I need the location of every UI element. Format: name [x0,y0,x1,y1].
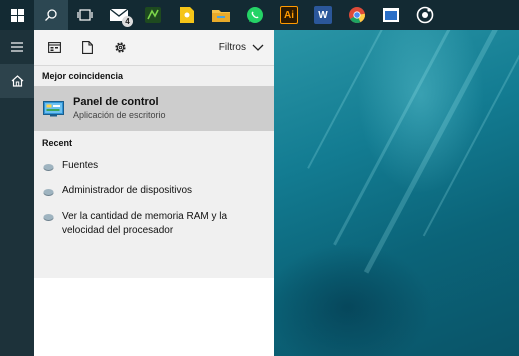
word-icon: W [314,6,332,24]
control-panel-item-icon [43,214,54,221]
light-ray [307,30,403,169]
whatsapp-icon [247,7,263,23]
recent-item-text: Ver la cantidad de memoria RAM y la velo… [62,210,227,238]
control-panel-item-icon [43,164,54,171]
groove-icon [416,6,434,24]
panel-toolbar: Filtros [34,30,274,66]
notification-badge: 4 [122,16,133,27]
taskbar-app-keep[interactable] [170,0,204,30]
recent-item-fuentes[interactable]: Fuentes [34,154,274,179]
taskbar-app-whatsapp[interactable] [238,0,272,30]
control-panel-icon [43,100,64,116]
apps-icon [47,42,61,53]
best-match-title: Panel de control [73,96,159,108]
window-app-icon [383,8,399,22]
taskbar-app-mail[interactable]: 4 [102,0,136,30]
best-match-heading: Mejor coincidencia [42,71,124,81]
task-view-icon [77,9,93,21]
recent-item-ram-info[interactable]: Ver la cantidad de memoria RAM y la velo… [34,204,274,238]
settings-icon [114,42,126,53]
start-button[interactable] [0,0,34,30]
home-button[interactable] [0,64,34,98]
chevron-down-icon [252,44,264,51]
filters-dropdown[interactable]: Filtros [219,42,264,53]
chrome-icon [349,7,366,23]
recent-item-label: Administrador de dispositivos [62,185,193,196]
recent-item-label: Fuentes [62,160,99,171]
recent-item-device-manager[interactable]: Administrador de dispositivos [34,179,274,204]
recent-item-label: Ver la cantidad de memoria RAM y la [62,211,228,222]
menu-button[interactable] [0,30,34,64]
documents-filter-button[interactable] [75,36,99,60]
best-match-subtitle: Aplicación de escritorio [73,110,166,120]
results-empty-area [34,278,274,356]
illustrator-icon: Ai [280,6,298,24]
taskbar-app-illustrator[interactable]: Ai [272,0,306,30]
keep-icon [180,7,194,23]
hamburger-icon [11,42,23,52]
taskbar-app-groove[interactable] [408,0,442,30]
file-explorer-icon [212,10,230,22]
search-panel: Filtros Mejor coincidencia Panel de cont… [34,30,274,356]
recent-item-label-continued: velocidad del procesador [62,225,174,236]
start-rail [0,30,34,356]
recent-heading: Recent [42,138,73,148]
taskbar-app-chrome[interactable] [340,0,374,30]
ulysses-icon [145,7,161,23]
desktop-background [274,30,519,356]
taskbar: 4 Ai W [0,0,519,30]
taskbar-app-explorer[interactable] [204,0,238,30]
apps-filter-button[interactable] [42,36,66,60]
search-button[interactable] [34,0,68,30]
home-icon [11,75,23,87]
windows-logo-icon [10,8,24,22]
filters-label: Filtros [218,42,246,53]
light-ray [363,30,510,274]
documents-icon [81,41,93,54]
taskbar-app-ulysses[interactable] [136,0,170,30]
best-match-result[interactable]: Panel de control Aplicación de escritori… [34,86,274,131]
control-panel-item-icon [43,189,54,196]
search-icon [45,9,57,21]
taskbar-app-window[interactable] [374,0,408,30]
settings-filter-button[interactable] [108,36,132,60]
task-view-button[interactable] [68,0,102,30]
taskbar-app-word[interactable]: W [306,0,340,30]
best-match-text: Panel de control Aplicación de escritori… [73,96,166,121]
